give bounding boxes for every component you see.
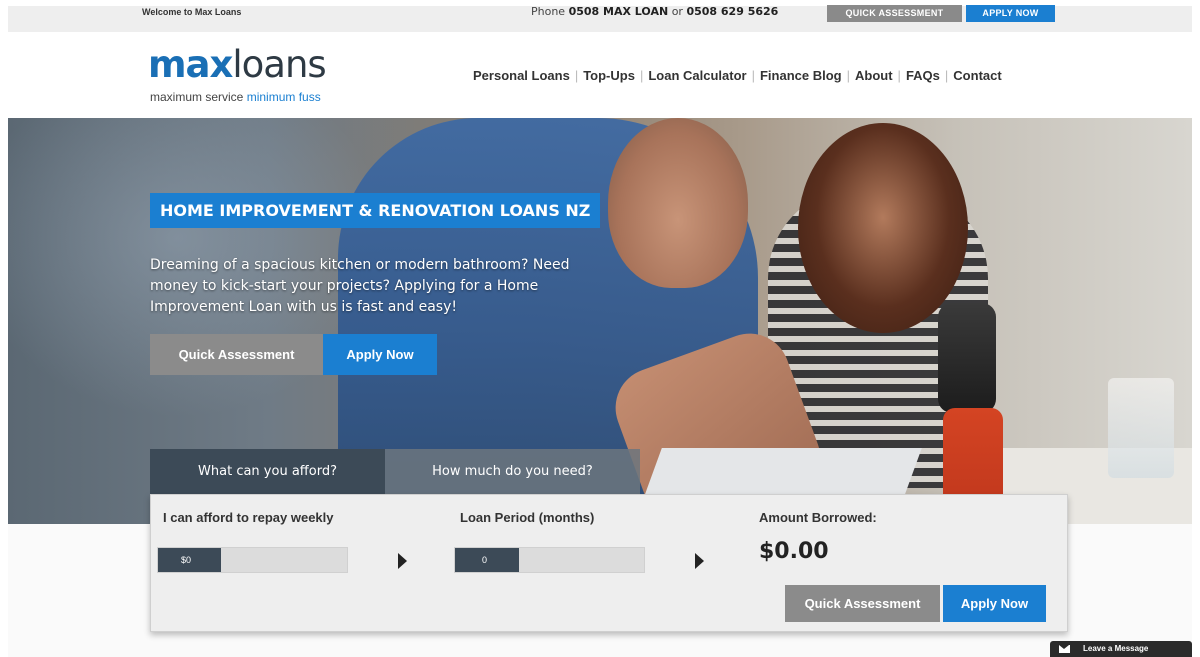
period-slider-handle[interactable]: 0 xyxy=(455,548,519,572)
main-nav: Personal Loans | Top-Ups | Loan Calculat… xyxy=(473,68,1002,83)
hero-man-head xyxy=(608,118,748,288)
nav-personal-loans[interactable]: Personal Loans xyxy=(473,68,570,83)
tagline: maximum service minimum fuss xyxy=(150,90,321,104)
hero-quick-assessment-button[interactable]: Quick Assessment xyxy=(150,334,323,375)
calc-apply-now-button[interactable]: Apply Now xyxy=(943,585,1046,622)
nav-separator: | xyxy=(897,68,901,83)
hero-woman-head xyxy=(798,123,968,333)
chat-label: Leave a Message xyxy=(1083,644,1149,653)
chat-widget[interactable]: Leave a Message xyxy=(1050,641,1192,657)
nav-loan-calculator[interactable]: Loan Calculator xyxy=(648,68,746,83)
repay-slider[interactable]: $0 xyxy=(157,547,348,573)
nav-finance-blog[interactable]: Finance Blog xyxy=(760,68,842,83)
hero-title: HOME IMPROVEMENT & RENOVATION LOANS NZ xyxy=(150,193,601,228)
page: Welcome to Max Loans Phone 0508 MAX LOAN… xyxy=(0,0,1200,657)
period-slider[interactable]: 0 xyxy=(454,547,645,573)
welcome-text: Welcome to Max Loans xyxy=(142,7,242,17)
phone-info: Phone 0508 MAX LOAN or 0508 629 5626 xyxy=(531,5,778,18)
tagline-part-2: minimum fuss xyxy=(246,90,321,104)
logo[interactable]: maxloans xyxy=(148,43,327,86)
top-apply-now-button[interactable]: APPLY NOW xyxy=(966,5,1055,22)
tab-how-much-do-you-need[interactable]: How much do you need? xyxy=(385,449,640,494)
phone-prefix: Phone xyxy=(531,5,566,18)
phone-or: or xyxy=(671,5,683,18)
loan-calculator: I can afford to repay weekly $0 Loan Per… xyxy=(150,494,1068,632)
period-label: Loan Period (months) xyxy=(460,510,595,525)
hero-text: Dreaming of a spacious kitchen or modern… xyxy=(150,257,570,315)
logo-loans: loans xyxy=(232,43,326,86)
repay-slider-handle[interactable]: $0 xyxy=(158,548,221,572)
logo-max: max xyxy=(148,43,233,86)
envelope-icon xyxy=(1059,645,1070,653)
amount-value: $0.00 xyxy=(759,539,829,564)
arrow-right-icon xyxy=(398,553,407,569)
phone-number-1[interactable]: 0508 MAX LOAN xyxy=(569,5,669,18)
arrow-right-icon xyxy=(695,553,704,569)
repay-label: I can afford to repay weekly xyxy=(163,510,334,525)
tab-what-can-you-afford[interactable]: What can you afford? xyxy=(150,449,385,494)
amount-label: Amount Borrowed: xyxy=(759,510,877,525)
top-quick-assessment-button[interactable]: QUICK ASSESSMENT xyxy=(827,5,962,22)
hero-water-glass xyxy=(1108,378,1174,478)
tagline-part-1: maximum service xyxy=(150,90,244,104)
phone-number-2[interactable]: 0508 629 5626 xyxy=(686,5,778,18)
nav-separator: | xyxy=(751,68,755,83)
nav-separator: | xyxy=(574,68,579,83)
hero-drill-head xyxy=(938,303,996,413)
nav-separator: | xyxy=(944,68,949,83)
nav-faqs[interactable]: FAQs xyxy=(906,68,940,83)
nav-contact[interactable]: Contact xyxy=(953,68,1001,83)
nav-separator: | xyxy=(639,68,644,83)
nav-about[interactable]: About xyxy=(855,68,893,83)
nav-top-ups[interactable]: Top-Ups xyxy=(583,68,635,83)
nav-separator: | xyxy=(846,68,850,83)
calc-quick-assessment-button[interactable]: Quick Assessment xyxy=(785,585,940,622)
hero-apply-now-button[interactable]: Apply Now xyxy=(323,334,437,375)
